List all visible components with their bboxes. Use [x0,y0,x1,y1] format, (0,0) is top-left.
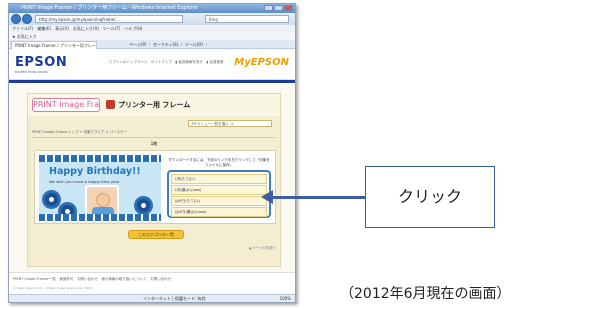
birthday-frame-image: Happy Birthday!! We wish you have a happ… [39,155,161,221]
copyright: © Seiko Epson Corp. / Epson Sales Japan … [13,286,92,290]
maximize-button[interactable] [274,5,283,11]
page-title: プリンター用 フレーム [118,101,191,109]
screenshot-caption: （2012年6月現在の画面） [340,286,511,302]
status-bar: インターネット | 保護モード: 有効 100% [9,294,295,302]
command-bar[interactable]: ページ(P) ・ セーフティ(S) ・ ツール(O) ・ [129,41,208,49]
pif-content: PRINT Image Framer プリンター用 フレーム PIFメニュー一覧… [27,93,281,267]
printer-icon [106,100,115,109]
pif-header: PRINT Image Framer プリンター用 フレーム [28,94,280,116]
callout-arrow [271,196,367,199]
pif-menu-select[interactable]: PIFメニュー一覧を選ぶ -> [188,120,272,127]
zoom-level[interactable]: 100% [280,295,291,302]
frame-title: Happy Birthday!! [49,166,141,177]
epson-logo[interactable]: EPSON [15,55,67,70]
download-instructions: ダウンロードするには、下記のリンクを右クリックして「対象をファイルに保存」 [168,158,270,167]
pif-logo[interactable]: PRINT Image Framer [32,98,100,112]
frame-border-top [39,155,161,162]
baby-photo [85,185,119,217]
frame-card: Happy Birthday!! We wish you have a happ… [34,150,276,224]
page-top-link[interactable]: ▲ページの先頭へ [249,246,276,251]
browser-window: PRINT Image Framer / プリンター用フレーム - Window… [8,3,296,303]
status-text: インターネット | 保護モード: 有効 [143,296,206,301]
footer-links[interactable]: PRINT Image Framer一覧 使用許可 お問い合わせ 個人情報の取り… [13,277,171,282]
star-icon: ★ [12,34,16,39]
epson-tagline: EXCEED YOUR VISION [15,70,48,74]
myepson-logo[interactable]: MyEPSON [234,57,289,68]
download-link-postcard-landscape[interactable]: はがき(横)(L)(new) [171,207,267,217]
favorites-bar[interactable]: ★ お気に入り [9,33,295,40]
title-bar: PRINT Image Framer / プリンター用フレーム - Window… [9,4,295,13]
download-box: ダウンロードするには、下記のリンクを右クリックして「対象をファイルに保存」 L判… [167,157,271,219]
click-callout: クリック [365,166,495,228]
menu-bar[interactable]: ファイル(F) 編集(E) 表示(V) お気に入り(A) ツール(T) ヘルプ(… [9,25,295,33]
tab-bar: PRINT Image Framer / プリンター用フレーム ページ(P) ・… [9,40,295,55]
favorites-label[interactable]: お気に入り [17,34,37,39]
window-controls [264,5,293,11]
header-divider [9,80,295,83]
section-heading: 1枚 [150,141,158,146]
header-links[interactable]: エプソンのトップページ サイトマップ ▮ 製品情報を探す ▮ 会員登録 [109,60,224,65]
download-link-postcard-portrait[interactable]: はがき(たて)(L) [171,196,267,206]
window-title: PRINT Image Framer / プリンター用フレーム - Window… [21,5,199,11]
site-footer: PRINT Image Framer一覧 使用許可 お問い合わせ 個人情報の取り… [9,272,295,296]
frame-subtitle: We wish you have a happy time year [49,179,120,184]
breadcrumb[interactable]: PRINT Image Framerトップ > 特集グラビア > バースデー [32,130,127,135]
site-header: EPSON EXCEED YOUR VISION エプソンのトップページ サイト… [9,50,295,80]
flower-icon [137,199,150,212]
close-button[interactable] [284,5,293,11]
search-input[interactable]: Bing [205,15,289,23]
address-bar: http://my.epson.jp/myepson/inqframe/... … [9,13,295,25]
forward-icon[interactable] [22,14,32,24]
divider [32,137,276,138]
page-content: EPSON EXCEED YOUR VISION エプソンのトップページ サイト… [9,50,295,296]
tab-active[interactable]: PRINT Image Framer / プリンター用フレーム [11,41,97,55]
back-icon[interactable] [11,14,21,24]
download-link-l-portrait[interactable]: L判(たて)(L) [171,174,267,184]
baby-face [96,193,110,207]
minimize-button[interactable] [264,5,273,11]
category-list-button[interactable]: このカテゴリの一覧 [128,230,184,239]
download-list: L判(たて)(L) L判(横)(L)(new) はがき(たて)(L) はがき(横… [167,170,271,218]
callout-arrow-head [261,190,273,204]
flower-icon [45,193,58,206]
download-link-l-landscape[interactable]: L判(横)(L)(new) [171,185,267,195]
frame-border-bottom [39,214,161,221]
address-input[interactable]: http://my.epson.jp/myepson/inqframe/... [35,15,183,23]
